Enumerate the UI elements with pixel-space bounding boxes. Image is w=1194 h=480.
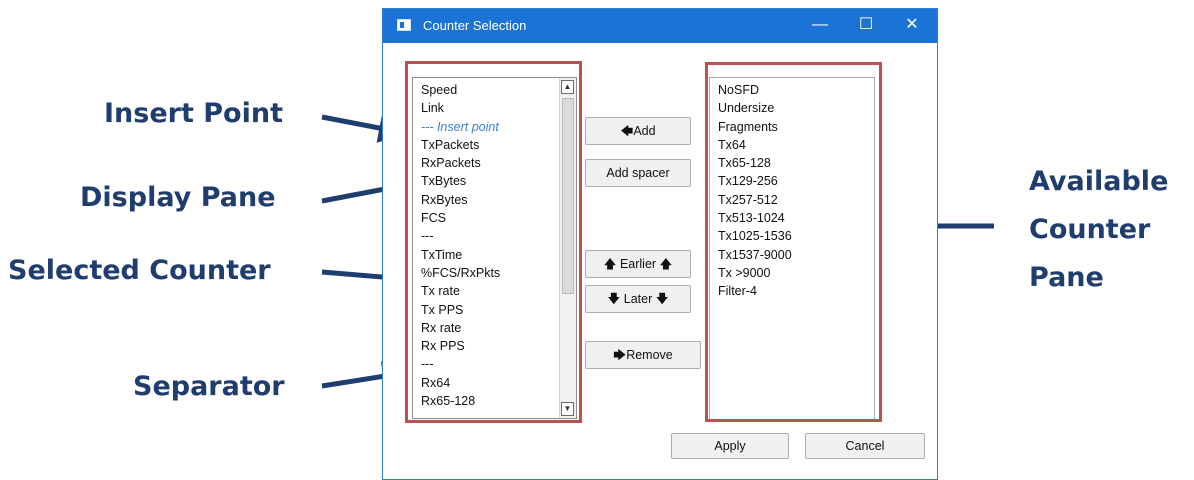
apply-button[interactable]: Apply [671,433,789,459]
counter-selection-dialog: Counter Selection — ☐ ✕ Speed Link --- Ins… [382,8,938,480]
add-button[interactable]: 🡄Add [585,117,691,145]
arrow-down-icon: 🡇 [655,292,669,306]
remove-button[interactable]: 🡆Remove [585,341,701,369]
close-button[interactable]: ✕ [889,9,935,43]
display-pane-highlight [405,61,582,423]
title-bar[interactable]: Counter Selection — ☐ ✕ [383,9,937,43]
arrow-down-icon: 🡇 [607,292,621,306]
window-title: Counter Selection [423,18,527,33]
maximize-button[interactable]: ☐ [843,9,889,43]
later-button-label: Later [623,292,653,306]
arrow-right-icon: 🡆 [613,348,627,362]
arrow-up-icon: 🡅 [659,257,673,271]
arrow-up-icon: 🡅 [603,257,617,271]
cancel-button[interactable]: Cancel [805,433,925,459]
earlier-button-label: Earlier [619,257,657,271]
add-button-label: Add [633,124,656,138]
arrow-left-icon: 🡄 [620,124,634,138]
earlier-button[interactable]: 🡅 Earlier 🡅 [585,250,691,278]
app-icon [397,19,411,31]
available-pane-highlight [705,62,882,422]
minimize-button[interactable]: — [797,9,843,43]
later-button[interactable]: 🡇 Later 🡇 [585,285,691,313]
add-spacer-button[interactable]: Add spacer [585,159,691,187]
remove-button-label: Remove [626,348,673,362]
